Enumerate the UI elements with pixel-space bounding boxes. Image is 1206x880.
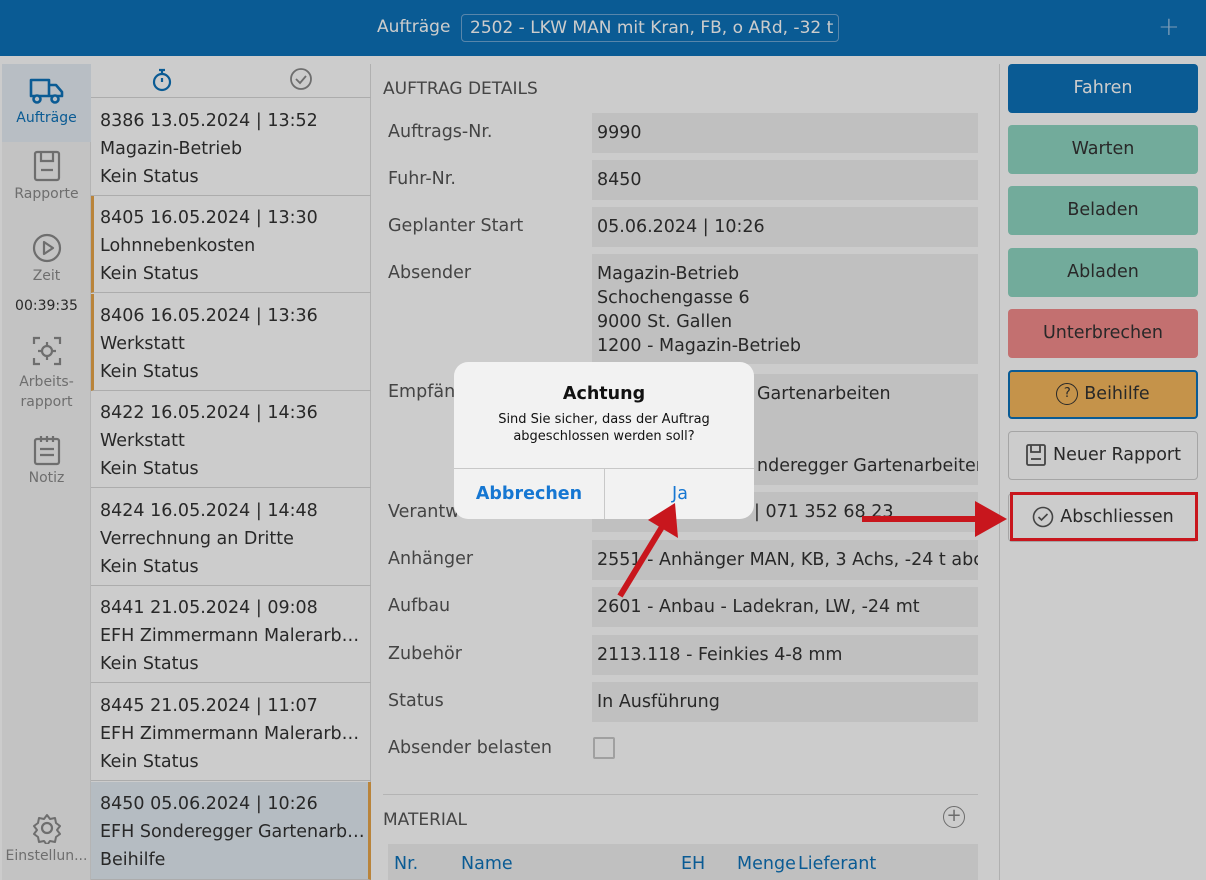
dialog-title: Achtung	[562, 384, 646, 404]
cancel-button[interactable]: Abbrechen	[454, 469, 604, 519]
confirm-dialog: Achtung Sind Sie sicher, dass der Auftra…	[454, 362, 754, 519]
confirm-button[interactable]: Ja	[605, 469, 754, 519]
dialog-message: Sind Sie sicher, dass der Auftrag abgesc…	[498, 412, 710, 444]
annotation-highlight-box	[1010, 492, 1198, 541]
